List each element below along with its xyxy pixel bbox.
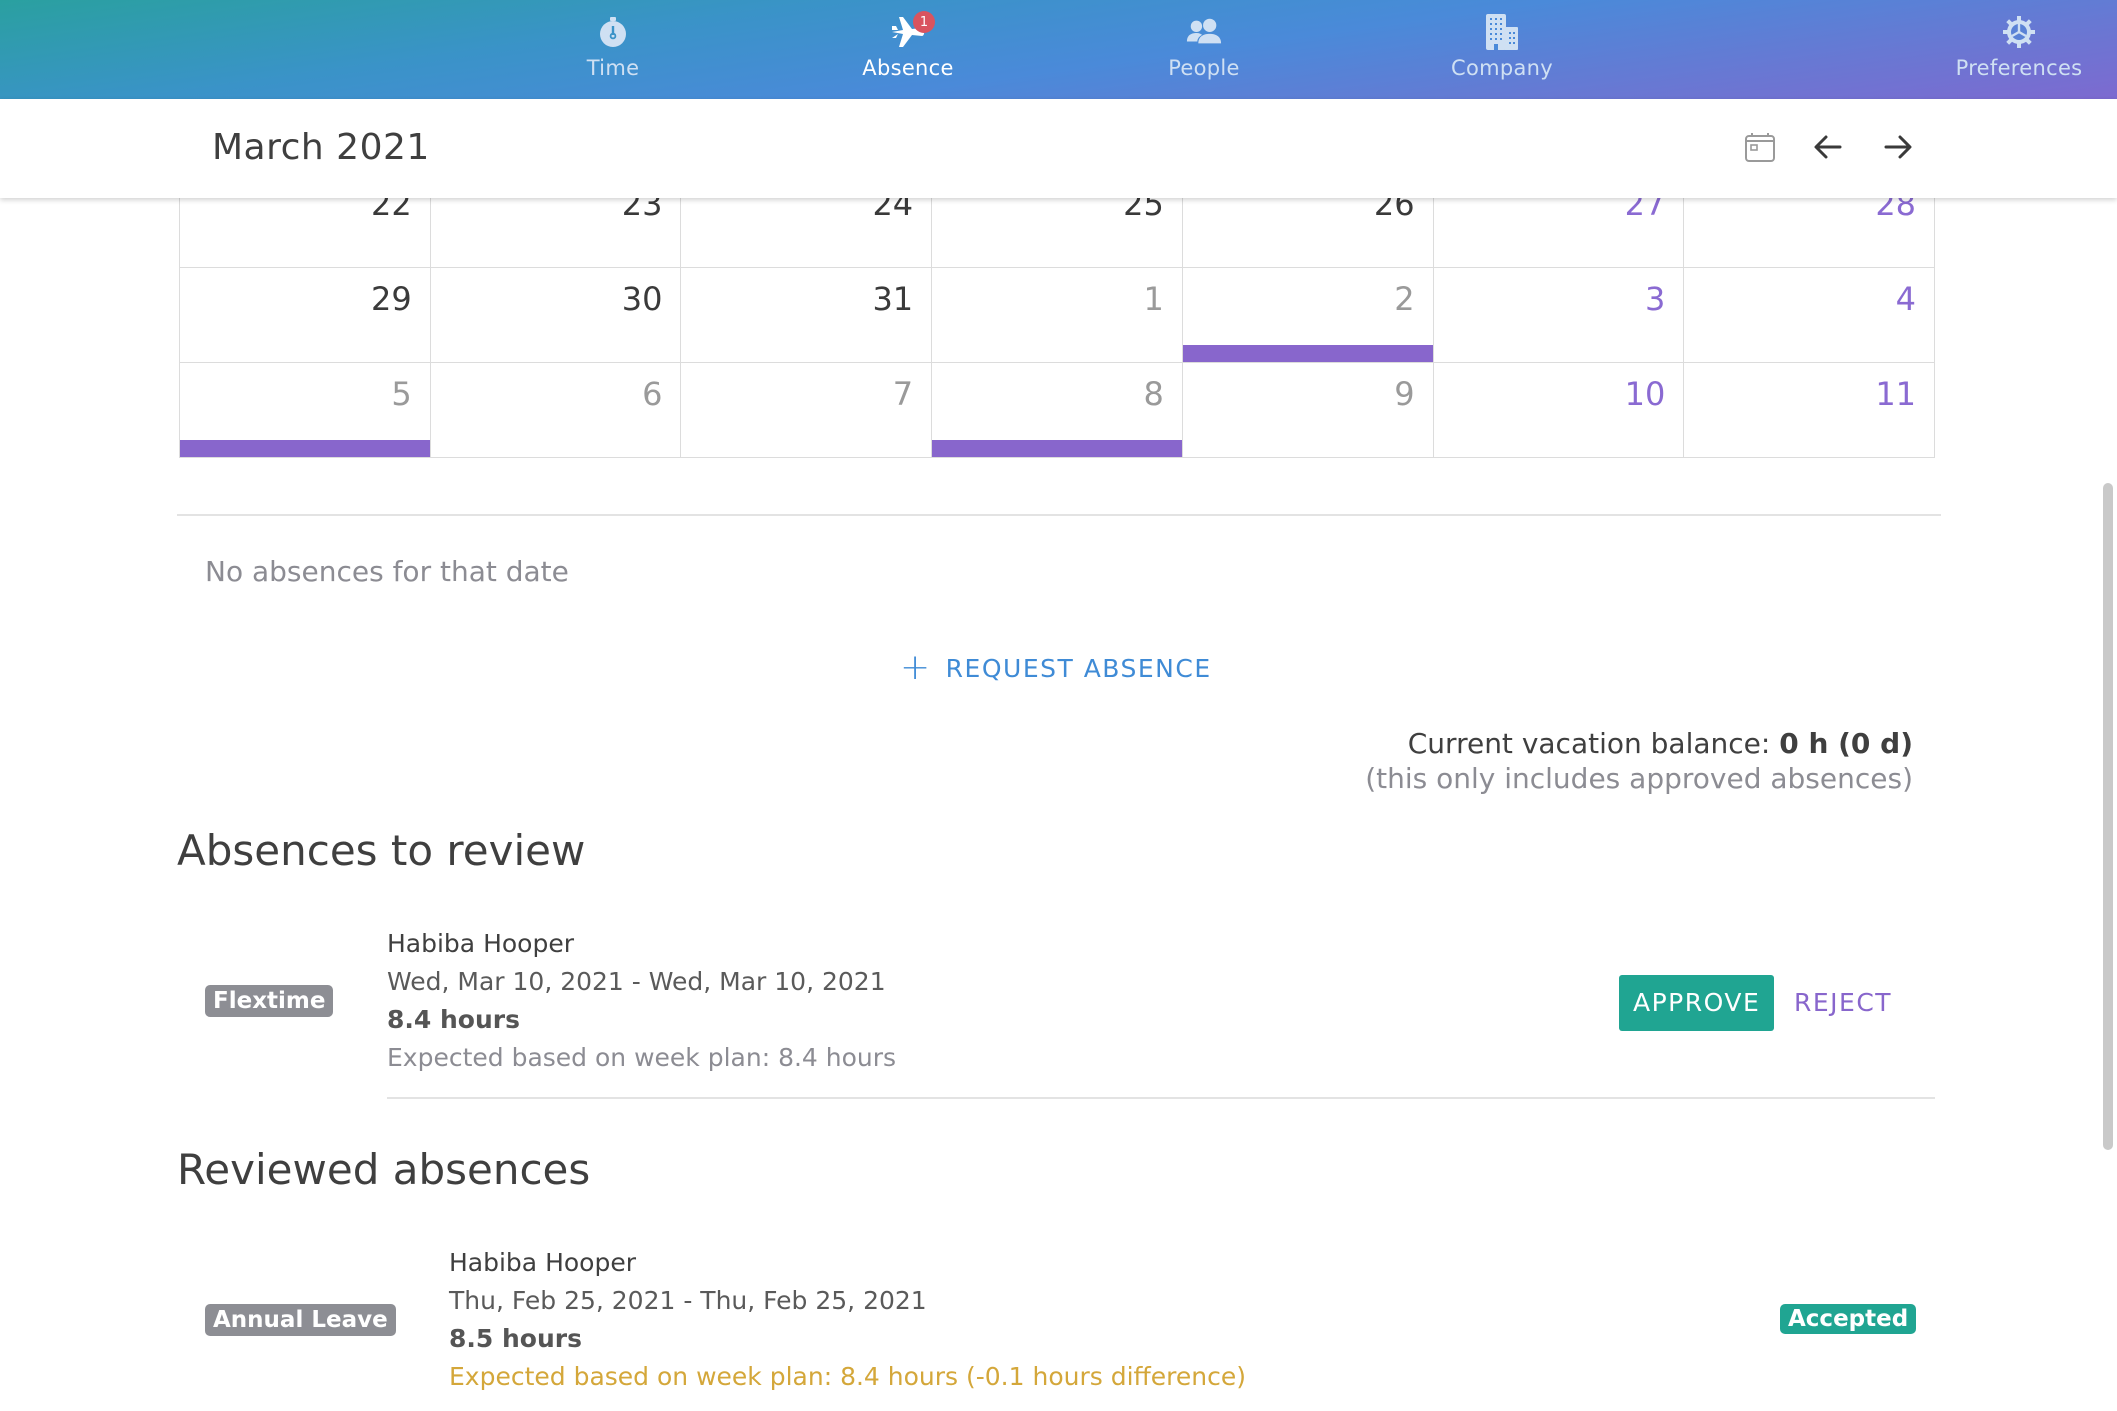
next-month-button[interactable]: [1878, 129, 1918, 169]
calendar-day-cell[interactable]: 9: [1181, 363, 1433, 457]
nav-item-preferences[interactable]: Preferences: [1929, 14, 2109, 86]
calendar-day-cell[interactable]: 1: [931, 268, 1182, 362]
calendar-day-number: 30: [621, 280, 663, 318]
review-item: Flextime Habiba Hooper Wed, Mar 10, 2021…: [205, 925, 1935, 1100]
previous-month-button[interactable]: [1808, 129, 1848, 169]
month-title: March 2021: [212, 127, 430, 168]
nav-item-people[interactable]: People: [1114, 14, 1294, 86]
calendar-icon: [1744, 131, 1776, 167]
absence-type-badge: Flextime: [205, 985, 334, 1017]
balance-label: Current vacation balance:: [1407, 727, 1771, 760]
absence-indicator-bar: [1182, 345, 1433, 362]
people-icon: [1186, 14, 1222, 50]
employee-name: Habiba Hooper: [387, 929, 574, 958]
calendar-day-number: 6: [642, 375, 663, 413]
calendar-day-cell[interactable]: 7: [680, 363, 931, 457]
expected-hours: Expected based on week plan: 8.4 hours: [387, 1043, 897, 1072]
calendar-week-row: 29 30 31 1 2 3 4: [179, 268, 1936, 363]
nav-item-label: Time: [586, 56, 640, 80]
calendar-day-cell[interactable]: 4: [1683, 268, 1936, 362]
arrow-right-icon: [1883, 134, 1913, 164]
reject-button[interactable]: REJECT: [1794, 975, 1892, 1031]
plus-icon: +: [900, 647, 932, 688]
calendar-day-number: 29: [371, 280, 412, 318]
no-absences-text: No absences for that date: [205, 555, 569, 588]
nav-item-label: People: [1168, 56, 1240, 80]
employee-name: Habiba Hooper: [449, 1248, 636, 1277]
scrollbar-thumb[interactable]: [2103, 483, 2113, 1150]
nav-item-company[interactable]: Company: [1412, 14, 1592, 86]
calendar-day-cell[interactable]: 5: [179, 363, 430, 457]
top-navigation: Time 1 Absence People Company Preference…: [0, 0, 2117, 99]
calendar-day-number: 10: [1624, 375, 1666, 413]
calendar-day-cell[interactable]: 3: [1432, 268, 1684, 362]
calendar-day-number: 9: [1394, 375, 1415, 413]
request-absence-label: REQUEST ABSENCE: [945, 653, 1212, 683]
airplane-icon: 1: [890, 11, 935, 50]
calendar-grid: 22 23 24 25 26 27 28 29 30 31 1 2 3 4 5 6 7 8 9 10 11: [179, 180, 1936, 458]
status-badge: Accepted: [1780, 1304, 1917, 1334]
calendar-header: March 2021: [0, 99, 2117, 198]
calendar-day-cell[interactable]: 11: [1683, 363, 1936, 457]
item-divider: [387, 1097, 1935, 1099]
calendar-day-number: 7: [892, 375, 914, 413]
stopwatch-icon: [595, 14, 631, 50]
reviewed-absences-title: Reviewed absences: [177, 1145, 591, 1194]
absence-hours: 8.4 hours: [387, 1005, 520, 1034]
arrow-left-icon: [1813, 134, 1843, 164]
calendar-day-number: 5: [391, 375, 412, 413]
calendar-day-cell[interactable]: 8: [931, 363, 1182, 457]
building-icon: [1484, 14, 1520, 50]
calendar-day-cell[interactable]: 6: [429, 363, 681, 457]
absence-indicator-bar: [180, 440, 430, 457]
calendar-day-number: 4: [1895, 280, 1917, 318]
notification-badge: 1: [913, 11, 935, 33]
calendar-week-row: 5 6 7 8 9 10 11: [179, 363, 1936, 458]
balance-value: 0 h (0 d): [1779, 727, 1913, 760]
approve-button[interactable]: APPROVE: [1619, 975, 1775, 1031]
absence-indicator-bar: [932, 440, 1182, 457]
nav-item-time[interactable]: Time: [523, 14, 703, 86]
nav-item-label: Company: [1450, 56, 1553, 80]
calendar-day-cell[interactable]: 29: [179, 268, 430, 362]
calendar-day-number: 11: [1875, 375, 1917, 413]
reviewed-item: Annual Leave Habiba Hooper Thu, Feb 25, …: [205, 1244, 1935, 1404]
balance-note: (this only includes approved absences): [1365, 762, 1913, 795]
calendar-picker-button[interactable]: [1740, 129, 1780, 169]
absence-hours: 8.5 hours: [449, 1324, 582, 1353]
nav-item-absence[interactable]: 1 Absence: [818, 11, 998, 86]
gear-icon: [2001, 14, 2037, 50]
request-absence-button[interactable]: + REQUEST ABSENCE: [900, 650, 1212, 686]
absence-dates: Wed, Mar 10, 2021 - Wed, Mar 10, 2021: [387, 967, 886, 996]
expected-hours-warning: Expected based on week plan: 8.4 hours (…: [449, 1362, 1246, 1391]
absence-dates: Thu, Feb 25, 2021 - Thu, Feb 25, 2021: [449, 1286, 927, 1315]
calendar-day-cell[interactable]: 31: [680, 268, 931, 362]
absence-details: Habiba Hooper Thu, Feb 25, 2021 - Thu, F…: [449, 1244, 1246, 1396]
calendar-day-cell[interactable]: 30: [429, 268, 681, 362]
divider: [177, 514, 1941, 516]
absence-type-badge: Annual Leave: [205, 1304, 396, 1336]
vacation-balance: Current vacation balance: 0 h (0 d) (thi…: [1365, 726, 1913, 796]
calendar-day-cell[interactable]: 2: [1181, 268, 1433, 362]
nav-item-label: Preferences: [1955, 56, 2083, 80]
calendar-day-number: 1: [1143, 280, 1164, 318]
nav-item-label: Absence: [862, 56, 954, 80]
calendar-day-number: 8: [1143, 375, 1164, 413]
calendar-day-cell[interactable]: 10: [1432, 363, 1684, 457]
calendar-day-number: 31: [872, 280, 914, 318]
calendar-day-number: 2: [1394, 280, 1415, 318]
absences-to-review-title: Absences to review: [177, 826, 586, 875]
calendar-day-number: 3: [1644, 280, 1666, 318]
absence-details: Habiba Hooper Wed, Mar 10, 2021 - Wed, M…: [387, 925, 896, 1077]
